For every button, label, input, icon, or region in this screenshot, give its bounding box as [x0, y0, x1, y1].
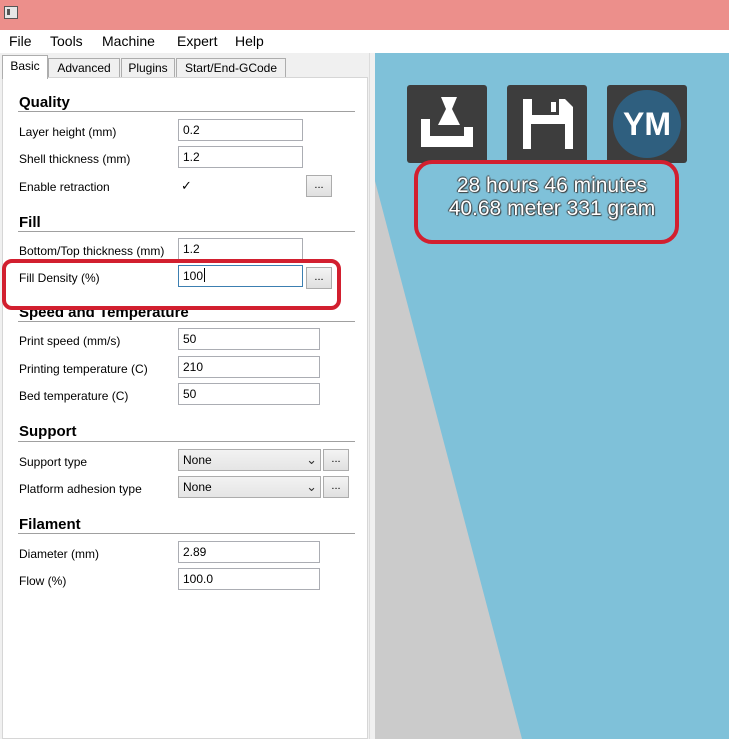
menu-expert[interactable]: Expert: [177, 33, 217, 49]
support-type-value: None: [183, 453, 212, 467]
print-speed-label: Print speed (mm/s): [19, 334, 121, 348]
support-type-select[interactable]: None ⌄: [178, 449, 321, 471]
text-caret: [204, 268, 206, 282]
menu-machine[interactable]: Machine: [102, 33, 155, 49]
3d-viewport[interactable]: YM 28 hours 46 minutes 40.68 meter 331 g…: [375, 53, 729, 739]
section-divider: [18, 321, 355, 322]
menu-tools[interactable]: Tools: [50, 33, 83, 49]
fill-section-title: Fill: [19, 214, 41, 231]
print-time-text: 28 hours 46 minutes: [456, 174, 648, 197]
fill-density-value: 100: [183, 269, 204, 283]
support-more-button[interactable]: ...: [323, 449, 349, 471]
menu-bar: File Tools Machine Expert Help: [0, 30, 729, 53]
bottom-top-thickness-label: Bottom/Top thickness (mm): [19, 244, 165, 258]
load-model-icon: [421, 97, 473, 147]
fill-density-label: Fill Density (%): [19, 271, 100, 285]
diameter-field[interactable]: 2.89: [178, 541, 320, 563]
diameter-label: Diameter (mm): [19, 547, 99, 561]
basic-tab-content: Quality Layer height (mm) 0.2 Shell thic…: [2, 77, 368, 739]
tab-start-end-gcode[interactable]: Start/End-GCode: [176, 58, 286, 78]
title-bar: [0, 0, 729, 30]
bed-temperature-field[interactable]: 50: [178, 383, 320, 405]
flow-label: Flow (%): [19, 574, 67, 588]
settings-panel: Basic Advanced Plugins Start/End-GCode Q…: [0, 53, 369, 739]
save-gcode-icon: [523, 99, 573, 149]
enable-retraction-label: Enable retraction: [19, 180, 110, 194]
enable-retraction-checkbox[interactable]: ✓: [180, 179, 193, 192]
section-divider: [18, 533, 355, 534]
bed-temperature-label: Bed temperature (C): [19, 389, 129, 403]
fill-more-button[interactable]: ...: [306, 267, 332, 289]
printing-temperature-label: Printing temperature (C): [19, 362, 148, 376]
bottom-top-thickness-field[interactable]: 1.2: [178, 238, 303, 260]
retraction-more-button[interactable]: ...: [306, 175, 332, 197]
section-divider: [18, 441, 355, 442]
load-model-button[interactable]: [407, 85, 487, 163]
app-icon[interactable]: [4, 6, 18, 19]
adhesion-more-button[interactable]: ...: [323, 476, 349, 498]
section-divider: [18, 111, 355, 112]
tab-advanced[interactable]: Advanced: [48, 58, 120, 78]
platform-floor: [375, 181, 522, 739]
ym-icon: YM: [613, 90, 681, 158]
flow-field[interactable]: 100.0: [178, 568, 320, 590]
menu-help[interactable]: Help: [235, 33, 264, 49]
shell-thickness-field[interactable]: 1.2: [178, 146, 303, 168]
support-section-title: Support: [19, 423, 77, 440]
speed-section-title: Speed and Temperature: [19, 304, 189, 321]
ym-label: YM: [623, 106, 671, 142]
ym-button[interactable]: YM: [607, 85, 687, 163]
support-type-label: Support type: [19, 455, 88, 469]
tab-basic[interactable]: Basic: [2, 55, 48, 79]
shell-thickness-label: Shell thickness (mm): [19, 152, 131, 166]
quality-section-title: Quality: [19, 94, 70, 111]
printing-temperature-field[interactable]: 210: [178, 356, 320, 378]
chevron-down-icon: ⌄: [306, 452, 317, 467]
fill-density-field[interactable]: 100: [178, 265, 303, 287]
section-divider: [18, 231, 355, 232]
chevron-down-icon: ⌄: [306, 479, 317, 494]
filament-section-title: Filament: [19, 516, 81, 533]
filament-usage-text: 40.68 meter 331 gram: [448, 197, 656, 220]
save-gcode-button[interactable]: [507, 85, 587, 163]
tab-plugins[interactable]: Plugins: [121, 58, 175, 78]
layer-height-label: Layer height (mm): [19, 125, 117, 139]
print-speed-field[interactable]: 50: [178, 328, 320, 350]
layer-height-field[interactable]: 0.2: [178, 119, 303, 141]
platform-adhesion-select[interactable]: None ⌄: [178, 476, 321, 498]
menu-file[interactable]: File: [9, 33, 32, 49]
platform-adhesion-value: None: [183, 480, 212, 494]
platform-adhesion-label: Platform adhesion type: [19, 482, 142, 496]
